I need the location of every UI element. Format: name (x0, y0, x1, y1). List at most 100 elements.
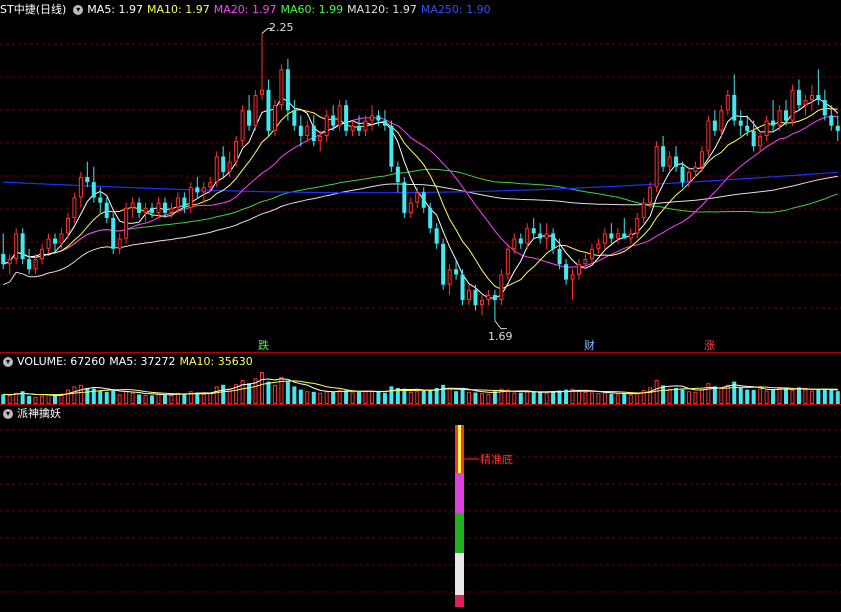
candle-down (460, 274, 465, 301)
candle-up (33, 259, 38, 270)
candle-down (822, 100, 827, 116)
candle-up (227, 161, 232, 172)
volume-settings-icon[interactable]: ▾ (3, 357, 13, 367)
candle-down (434, 228, 439, 244)
volume-bar-down (557, 390, 562, 404)
volume-bar-up (240, 380, 245, 404)
candle-up (635, 218, 640, 234)
volume-bar-up (589, 392, 594, 405)
volume-bar-down (816, 389, 821, 404)
volume-bar-up (803, 389, 808, 404)
candle-down (745, 125, 750, 131)
candle-down (518, 238, 523, 244)
settings-icon[interactable]: ▾ (73, 5, 84, 15)
volume-bar-down (221, 384, 226, 404)
indicator-title: 派神擒妖 (17, 407, 61, 420)
candle-down (137, 202, 142, 213)
candle-up (803, 100, 808, 106)
volume-bar-up (654, 380, 659, 404)
candle-down (784, 110, 789, 121)
volume-ma5: MA5: 37272 (109, 355, 176, 368)
volume-bar-down (835, 391, 840, 404)
volume-header: ▾ VOLUME: 67260 MA5: 37272 MA10: 35630 (0, 354, 257, 370)
candle-down (557, 248, 562, 265)
volume-bar-up (648, 387, 653, 404)
candle-up (615, 233, 620, 239)
candle-up (369, 115, 374, 121)
candle-down (771, 120, 776, 126)
volume-bar-up (486, 393, 491, 405)
candle-up (499, 274, 504, 301)
volume-bar-up (596, 393, 601, 404)
candle-down (344, 105, 349, 131)
event-finance: 财 (584, 338, 595, 352)
volume-bar-down (344, 390, 349, 404)
candle-up (719, 110, 724, 131)
volume-bar-down (518, 392, 523, 404)
candle-up (648, 187, 653, 203)
candle-up (525, 228, 530, 244)
candle-up (706, 120, 711, 152)
candle-up (201, 187, 206, 193)
candle-up (259, 89, 265, 95)
high-label: 2.25 (269, 21, 294, 34)
volume-bar-up (758, 388, 763, 405)
candle-up (272, 105, 277, 131)
candle-down (20, 233, 25, 260)
volume-bar-up (214, 386, 219, 404)
volume-bar-down (473, 392, 478, 404)
candle-up (363, 120, 368, 131)
volume-bar-down (531, 391, 536, 404)
volume-bar-down (137, 394, 142, 404)
volume-bar-up (33, 396, 38, 404)
candle-up (486, 294, 491, 301)
volume-bar-up (318, 392, 323, 404)
volume-bar-down (85, 388, 90, 404)
volume-bar-up (46, 394, 51, 404)
candle-up (447, 269, 452, 285)
volume-bar-down (551, 391, 556, 404)
ma250-value: MA250: 1.90 (420, 3, 491, 16)
ma10-value: MA10: 1.97 (147, 3, 210, 16)
ma20-value: MA20: 1.97 (213, 3, 277, 16)
candle-down (150, 207, 155, 213)
candle-down (428, 207, 433, 229)
candle-up (544, 233, 549, 239)
volume-bar-down (784, 388, 789, 404)
volume-bar-down (460, 389, 465, 404)
volume-bar-up (143, 395, 148, 405)
volume-bar-up (272, 384, 277, 404)
volume-bar-up (72, 386, 77, 404)
volume-bar-up (809, 390, 814, 404)
volume-bar-up (415, 391, 420, 405)
candle-down (732, 94, 737, 121)
candle-up (130, 202, 135, 208)
volume-bar-up (324, 391, 329, 405)
candle-up (279, 69, 284, 106)
candle-down (816, 94, 821, 101)
volume-bar-up (790, 389, 795, 405)
candle-up (596, 243, 601, 249)
volume-bar-down (454, 391, 459, 404)
volume-bar-up (686, 391, 691, 405)
candle-down (221, 156, 226, 172)
volume-bar-down (421, 390, 426, 404)
candle-down (98, 197, 103, 203)
candle-up (408, 202, 413, 213)
candle-up (628, 233, 633, 239)
candle-down (680, 166, 685, 183)
indicator-settings-icon[interactable]: ▾ (3, 409, 13, 419)
candle-down (195, 187, 200, 193)
volume-bar-up (40, 395, 45, 404)
volume-bar-up (777, 388, 782, 404)
candle-down (162, 202, 167, 213)
candle-up (467, 289, 472, 301)
candle-down (247, 110, 252, 126)
volume-bar-down (162, 394, 167, 404)
ma60-line (3, 168, 838, 265)
candle-up (117, 238, 122, 249)
candle-up (324, 115, 329, 136)
candle-up (512, 238, 517, 249)
candle-up (725, 94, 730, 111)
volume-bar-up (525, 391, 530, 405)
